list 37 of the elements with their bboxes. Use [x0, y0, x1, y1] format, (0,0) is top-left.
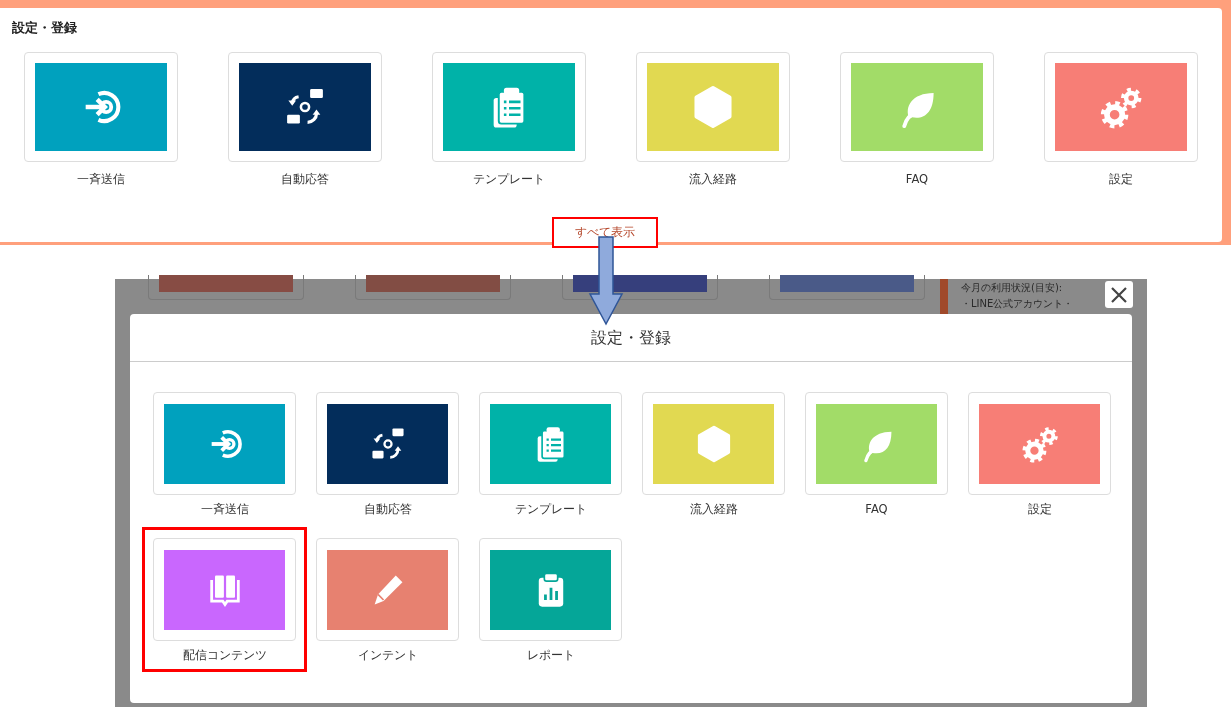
close-button[interactable]: [1105, 281, 1133, 308]
tile-label: FAQ: [905, 170, 929, 188]
tile-label: 自動応答: [363, 501, 412, 518]
tile-label: 設定: [1109, 170, 1133, 188]
menu-tile[interactable]: [636, 51, 790, 162]
menu-tile[interactable]: [316, 392, 459, 495]
menu-tile[interactable]: [432, 51, 586, 162]
close-icon: [1110, 285, 1128, 304]
tile-label: 流入経路: [689, 170, 737, 188]
background-text: ・LINE公式アカウント・: [961, 297, 1074, 311]
tile-label: インテント: [357, 647, 418, 665]
menu-tile[interactable]: [968, 392, 1111, 495]
background-text: 今月の利用状況(目安):: [961, 281, 1063, 295]
panel-title: 設定・登録: [12, 19, 78, 37]
tile-label: FAQ: [865, 501, 888, 518]
menu-tile[interactable]: [24, 51, 178, 162]
menu-tile[interactable]: [153, 538, 296, 642]
modal-title: 設定・登録: [591, 326, 671, 349]
tile-label: テンプレート: [514, 501, 587, 518]
tile-label: レポート: [526, 647, 575, 665]
menu-tile[interactable]: [840, 51, 994, 162]
menu-tile[interactable]: [1044, 51, 1198, 162]
tile-label: テンプレート: [473, 170, 545, 188]
tile-label: 配信コンテンツ: [182, 647, 267, 665]
tile-label: 一斉送信: [77, 170, 125, 188]
menu-tile[interactable]: [642, 392, 785, 495]
menu-tile[interactable]: [228, 51, 382, 162]
tile-label: 自動応答: [281, 170, 329, 188]
menu-tile[interactable]: [805, 392, 948, 495]
tile-label: 設定: [1027, 501, 1052, 518]
show-all-button[interactable]: すべて表示: [552, 216, 658, 248]
tile-label: 一斉送信: [200, 501, 249, 518]
menu-tile[interactable]: [316, 538, 459, 642]
menu-tile[interactable]: [153, 392, 296, 495]
menu-tile[interactable]: [479, 392, 622, 495]
tile-label: 流入経路: [689, 501, 738, 518]
menu-tile[interactable]: [479, 538, 622, 642]
